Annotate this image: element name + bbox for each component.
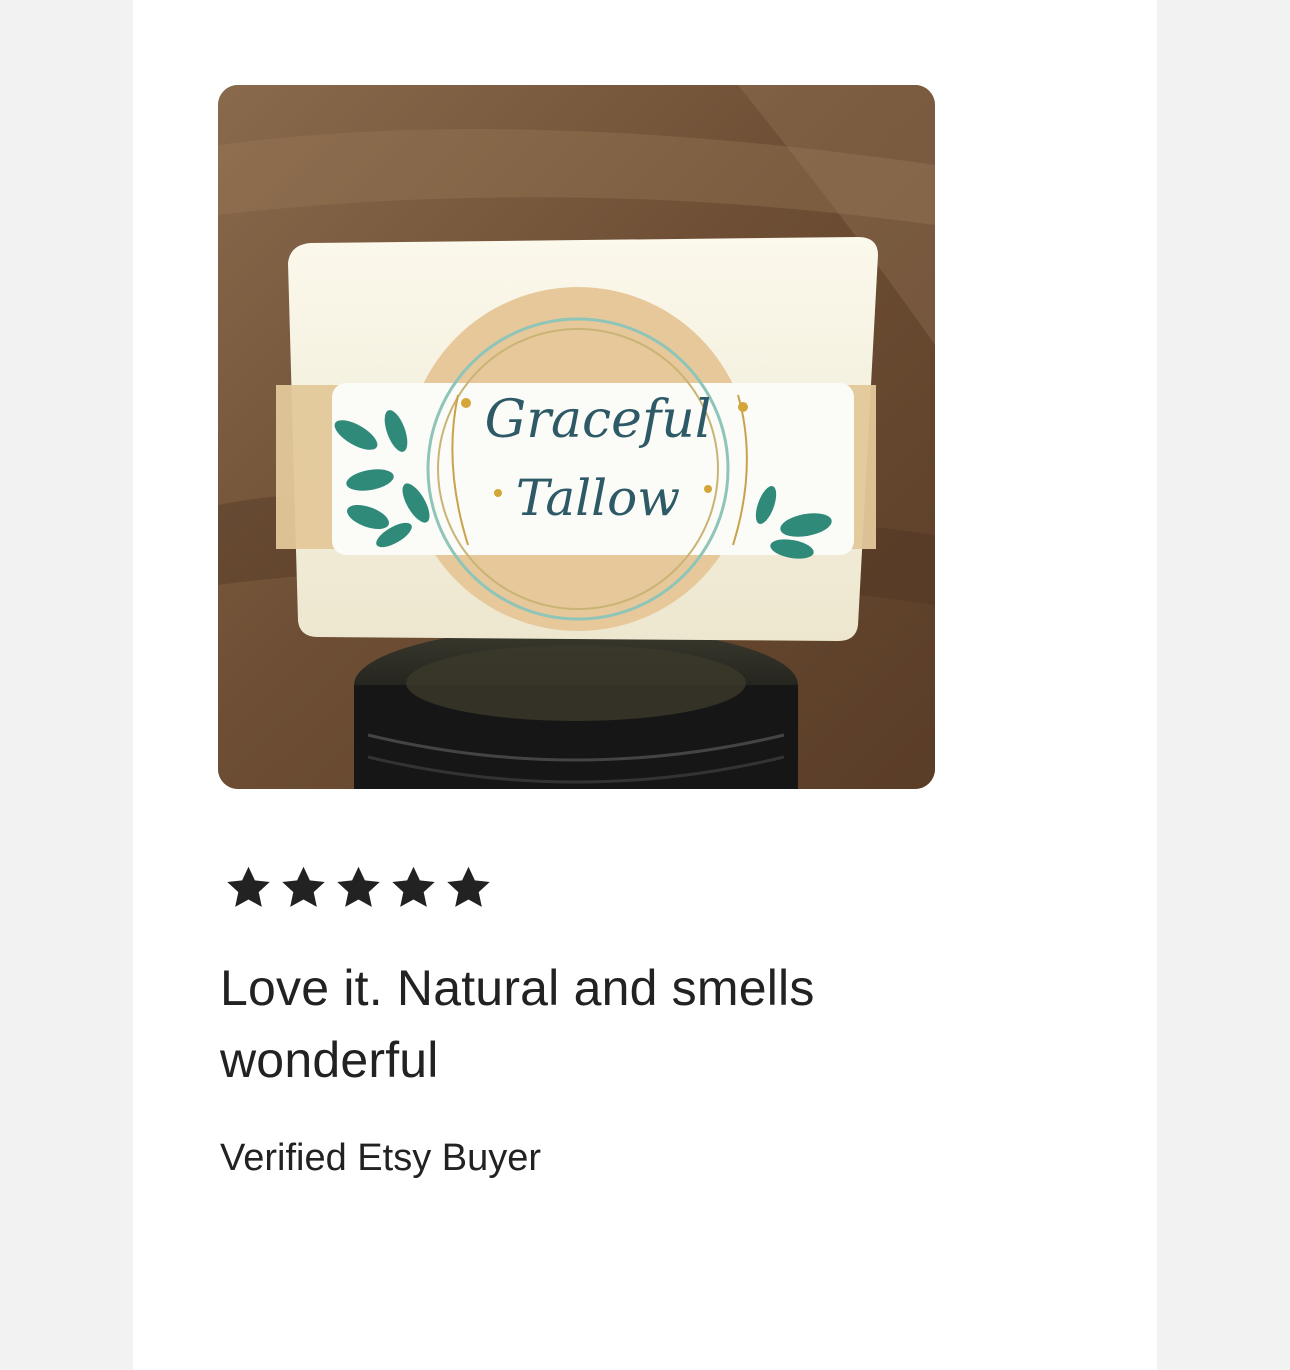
- soap-product-image: Graceful Tallow: [218, 85, 935, 789]
- review-card: Graceful Tallow Love it. Natural and sme…: [133, 0, 1157, 1370]
- review-text: Love it. Natural and smells wonderful: [220, 960, 815, 1088]
- soap-label-line1: Graceful: [485, 390, 712, 450]
- star-icon: [221, 862, 276, 914]
- review-photo[interactable]: Graceful Tallow: [218, 85, 935, 789]
- star-icon: [331, 862, 386, 914]
- star-icon: [276, 862, 331, 914]
- star-icon: [386, 862, 441, 914]
- star-icon: [441, 862, 496, 914]
- star-rating: [221, 862, 496, 914]
- soap-label-line2: Tallow: [516, 469, 680, 527]
- reviewer-name: Verified Etsy Buyer: [220, 1137, 542, 1179]
